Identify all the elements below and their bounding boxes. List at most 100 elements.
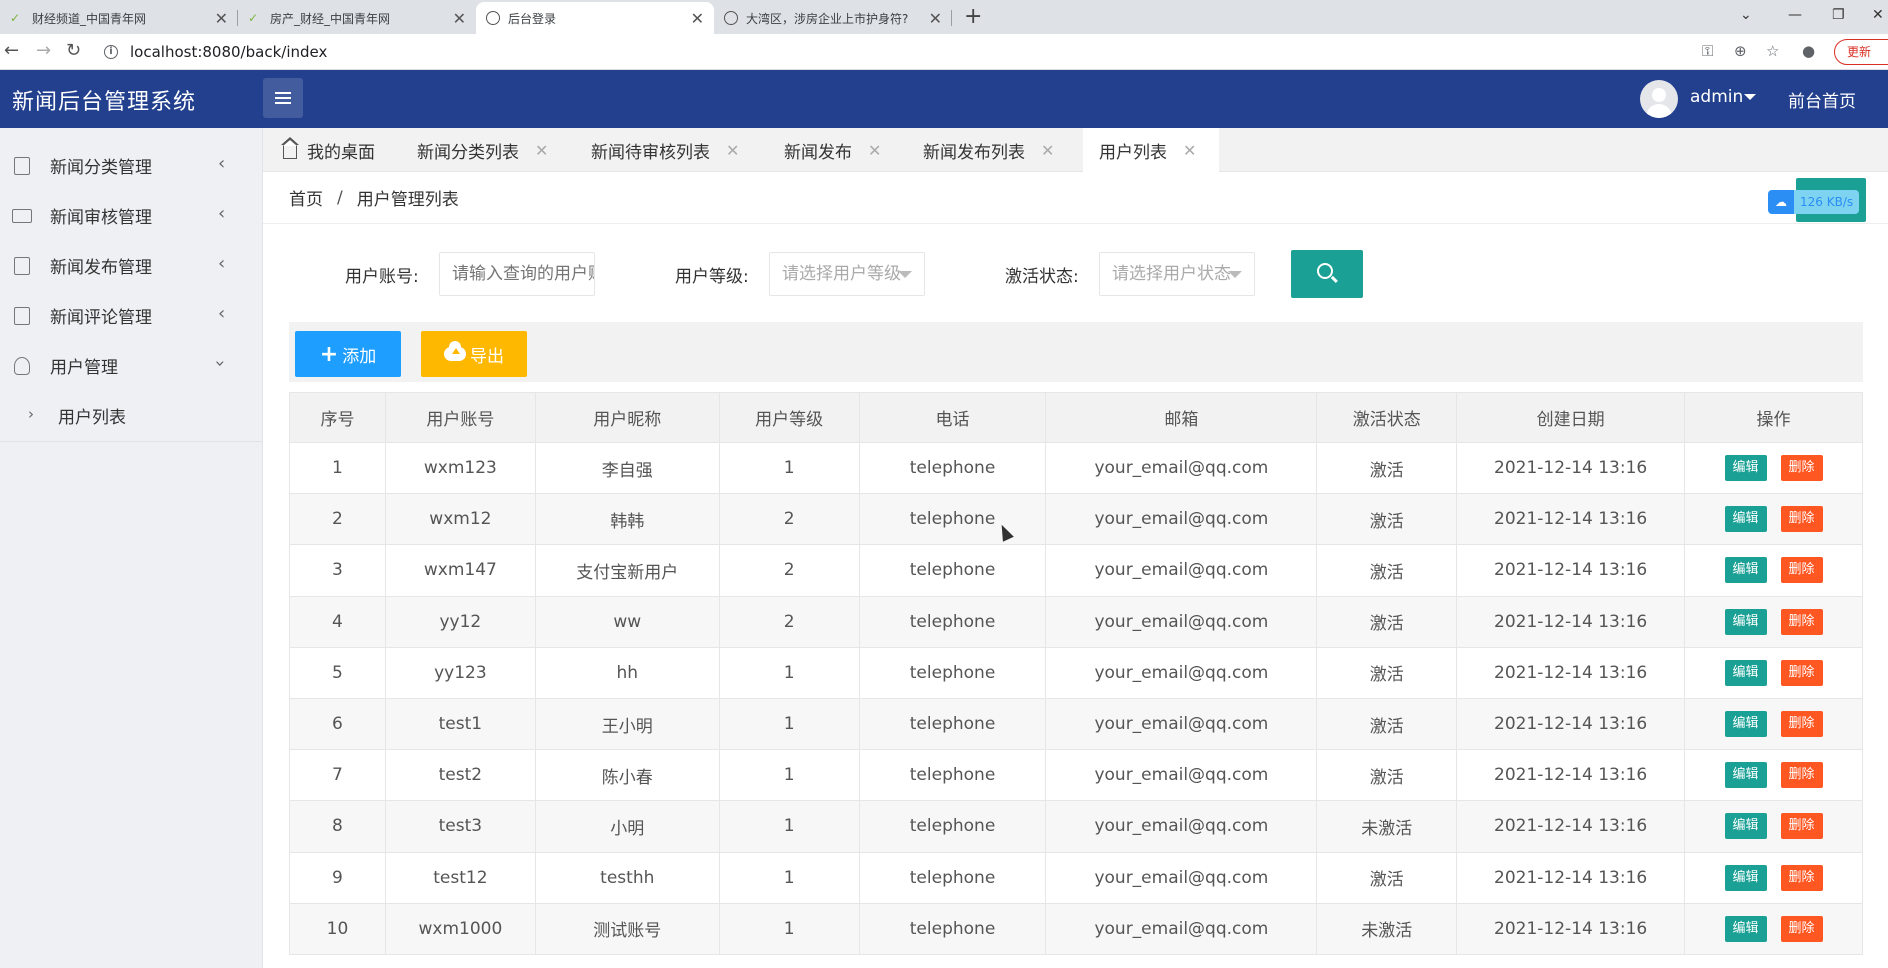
cell-nick: 小明 (534, 800, 720, 853)
browser-tab[interactable]: ✓ 财经频道_中国青年网 ✕ (0, 2, 238, 34)
close-icon[interactable]: ✕ (1041, 141, 1054, 160)
sidebar-item-category[interactable]: 新闻分类管理 ‹ (0, 140, 262, 190)
delete-button[interactable]: 删除 (1780, 711, 1823, 738)
cell-status: 激活 (1316, 595, 1458, 648)
delete-button[interactable]: 删除 (1780, 506, 1823, 533)
tab-user-list[interactable]: 用户列表 ✕ (1083, 128, 1219, 172)
reload-icon[interactable]: ↻ (66, 40, 81, 61)
cell-status: 未激活 (1316, 800, 1458, 853)
close-icon[interactable]: ✕ (691, 9, 704, 28)
bookmark-star-icon[interactable]: ☆ (1766, 42, 1779, 60)
cell-no: 7 (289, 749, 386, 802)
document-icon (14, 157, 30, 175)
column-header: 电话 (858, 392, 1047, 443)
delete-button[interactable]: 删除 (1780, 813, 1823, 840)
edit-button[interactable]: 编辑 (1724, 915, 1767, 942)
cell-actions: 编辑 删除 (1684, 595, 1863, 648)
sidebar-item-users[interactable]: 用户管理 ‹ (0, 340, 262, 390)
add-button[interactable]: + 添加 (295, 331, 401, 377)
cell-date: 2021-12-14 13:16 (1456, 441, 1686, 495)
zoom-icon[interactable]: ⊕ (1734, 42, 1747, 60)
browser-tab-title: 房产_财经_中国青年网 (270, 11, 391, 26)
delete-button[interactable]: 删除 (1780, 762, 1823, 789)
cell-no: 8 (289, 800, 386, 853)
tab-desktop[interactable]: 我的桌面 (281, 128, 375, 172)
browser-tab-title: 财经频道_中国青年网 (32, 11, 147, 26)
browser-tab[interactable]: 大湾区，涉房企业上市护身符? ✕ (714, 2, 952, 34)
cell-phone: telephone (858, 749, 1047, 802)
avatar[interactable] (1640, 80, 1678, 118)
status-select[interactable]: 请选择用户状态 (1099, 252, 1255, 296)
delete-button[interactable]: 删除 (1780, 915, 1823, 942)
browser-tab[interactable]: ✓ 房产_财经_中国青年网 ✕ (238, 2, 476, 34)
account-search-input[interactable] (439, 252, 595, 296)
cell-account: wxm12 (384, 493, 536, 546)
edit-button[interactable]: 编辑 (1724, 762, 1767, 789)
cell-status: 激活 (1316, 493, 1458, 546)
export-button[interactable]: 导出 (421, 331, 527, 377)
tab-search-icon[interactable]: ⌄ (1740, 0, 1752, 30)
cell-email: your_email@qq.com (1045, 749, 1318, 802)
forward-icon[interactable]: → (36, 40, 51, 61)
cell-actions: 编辑 删除 (1684, 697, 1863, 751)
tab-pending-review[interactable]: 新闻待审核列表 ✕ (591, 128, 739, 172)
column-header: 用户等级 (718, 392, 860, 443)
close-icon[interactable]: ✕ (868, 141, 881, 160)
url-field[interactable]: i localhost:8080/back/index (104, 39, 327, 65)
delete-button[interactable]: 删除 (1780, 455, 1823, 482)
edit-button[interactable]: 编辑 (1724, 659, 1767, 686)
cell-email: your_email@qq.com (1045, 595, 1318, 648)
close-window-icon[interactable]: ✕ (1872, 0, 1884, 30)
globe-icon (486, 11, 500, 25)
cell-no: 2 (289, 493, 386, 546)
sidebar-item-comment[interactable]: 新闻评论管理 ‹ (0, 290, 262, 340)
delete-button[interactable]: 删除 (1780, 659, 1823, 686)
minimize-icon[interactable]: — (1788, 0, 1802, 30)
key-icon[interactable]: ⚿ (1702, 42, 1713, 60)
delete-button[interactable]: 删除 (1780, 557, 1823, 584)
delete-button[interactable]: 删除 (1780, 864, 1823, 891)
edit-button[interactable]: 编辑 (1724, 455, 1767, 482)
breadcrumb-home[interactable]: 首页 (289, 185, 323, 210)
tab-separator (951, 10, 952, 26)
edit-button[interactable]: 编辑 (1724, 813, 1767, 840)
cell-status: 激活 (1316, 851, 1458, 904)
user-icon (14, 357, 30, 375)
close-icon[interactable]: ✕ (929, 9, 942, 28)
update-button[interactable]: 更新 (1834, 39, 1888, 65)
close-icon[interactable]: ✕ (726, 141, 739, 160)
delete-button[interactable]: 删除 (1780, 608, 1823, 635)
site-info-icon[interactable]: i (104, 45, 118, 59)
back-icon[interactable]: ← (4, 40, 19, 61)
edit-button[interactable]: 编辑 (1724, 557, 1767, 584)
close-icon[interactable]: ✕ (535, 141, 548, 160)
caret-down-icon[interactable] (1744, 94, 1756, 100)
cell-actions: 编辑 删除 (1684, 441, 1863, 495)
cell-phone: telephone (858, 493, 1047, 546)
close-icon[interactable]: ✕ (1183, 141, 1196, 160)
search-button[interactable] (1291, 250, 1363, 298)
new-tab-button[interactable]: + (964, 4, 982, 29)
menu-toggle-button[interactable] (263, 78, 303, 118)
profile-icon[interactable]: ● (1802, 42, 1815, 60)
front-home-link[interactable]: 前台首页 (1788, 87, 1856, 112)
close-icon[interactable]: ✕ (453, 9, 466, 28)
sidebar-subitem-user-list[interactable]: › 用户列表 (0, 390, 262, 442)
sidebar-item-publish[interactable]: 新闻发布管理 ‹ (0, 240, 262, 290)
sidebar-item-review[interactable]: 新闻审核管理 ‹ (0, 190, 262, 240)
level-select[interactable]: 请选择用户等级 (769, 252, 925, 296)
cell-nick: 王小明 (534, 697, 720, 751)
edit-button[interactable]: 编辑 (1724, 711, 1767, 738)
close-icon[interactable]: ✕ (215, 9, 228, 28)
chevron-left-icon: ‹ (218, 303, 226, 324)
browser-tab-active[interactable]: 后台登录 ✕ (476, 2, 714, 34)
edit-button[interactable]: 编辑 (1724, 608, 1767, 635)
edit-button[interactable]: 编辑 (1724, 506, 1767, 533)
user-menu[interactable]: admin (1690, 87, 1743, 107)
tab-publish[interactable]: 新闻发布 ✕ (784, 128, 881, 172)
restore-icon[interactable]: ❐ (1832, 0, 1845, 30)
tab-category-list[interactable]: 新闻分类列表 ✕ (417, 128, 548, 172)
main-content: 用户账号: 用户等级: 请选择用户等级 激活状态: 请选择用户状态 + 添加 导… (263, 224, 1888, 968)
edit-button[interactable]: 编辑 (1724, 864, 1767, 891)
tab-publish-list[interactable]: 新闻发布列表 ✕ (923, 128, 1054, 172)
